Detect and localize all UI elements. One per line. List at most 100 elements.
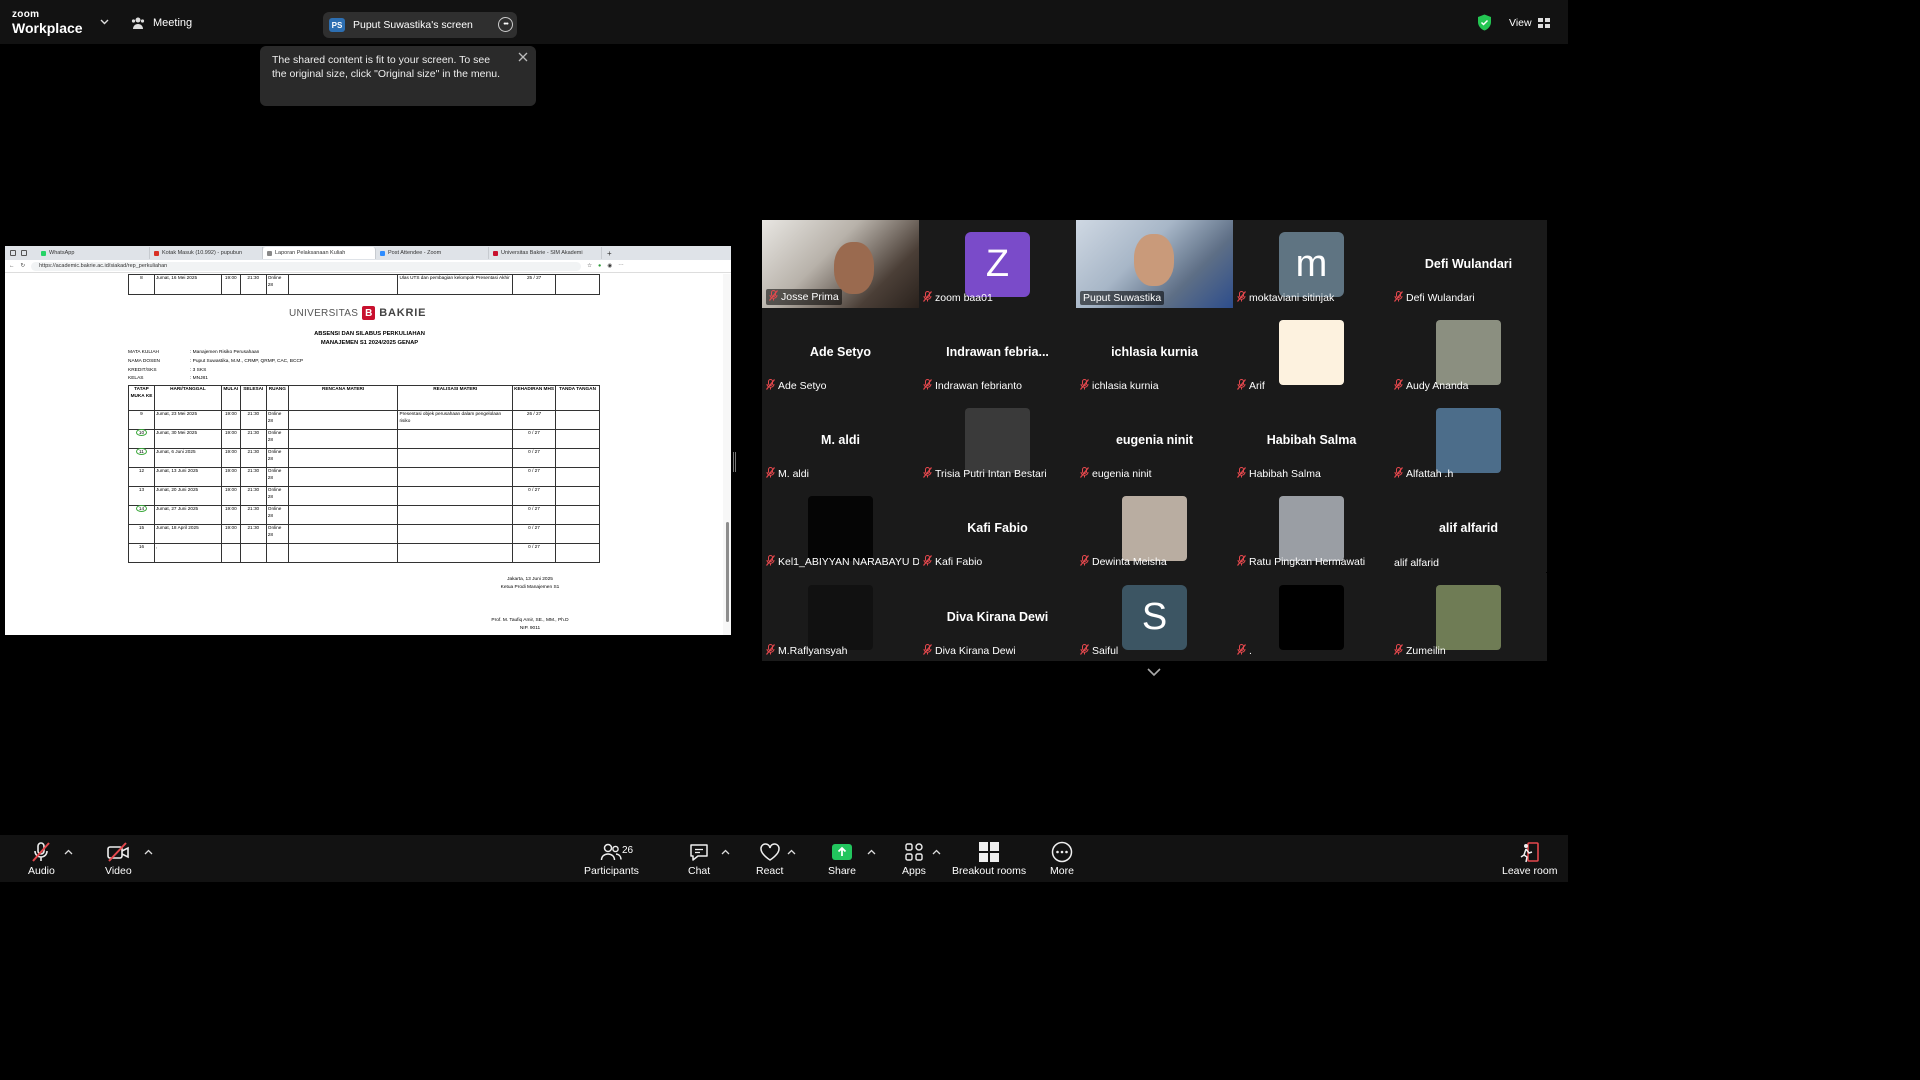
- row-end: 21:30: [239, 448, 267, 468]
- browser-tab-strip: WhatsApp Kotak Masuk (10.992) - pupubun …: [5, 246, 731, 260]
- participant-tile[interactable]: Kafi Fabio Kafi Fabio: [919, 484, 1076, 572]
- meeting-menu[interactable]: Meeting: [131, 17, 192, 29]
- attendance-table-previous: 8 Jumat, 16 Mei 2025 19:00 21:30 Online …: [128, 274, 600, 295]
- react-button[interactable]: React: [756, 841, 783, 877]
- chevron-down-icon[interactable]: [1147, 668, 1161, 677]
- row-date: Jumat, 20 Juni 2025: [153, 486, 222, 506]
- university-logo: UNIVERSITAS B BAKRIE: [289, 306, 426, 320]
- chevron-down-icon[interactable]: [100, 19, 109, 25]
- microphone-muted-icon: [923, 555, 932, 569]
- video-button[interactable]: Video: [105, 841, 132, 877]
- close-icon[interactable]: [518, 52, 528, 62]
- panel-resize-handle[interactable]: [733, 452, 736, 472]
- row-room-text: Online 28: [267, 430, 282, 442]
- participant-tile[interactable]: Defi Wulandari Defi Wulandari: [1390, 220, 1547, 308]
- participant-tile[interactable]: Kel1_ABIYYAN NARABAYU D: [762, 484, 919, 572]
- participant-name-tag: Ade Setyo: [766, 379, 826, 393]
- participant-tile[interactable]: Zzoom baa01: [919, 220, 1076, 308]
- row-room-text: Online 28: [267, 506, 282, 518]
- participant-tile[interactable]: Dewinta Meisha: [1076, 484, 1233, 572]
- reload-icon[interactable]: ↻: [21, 263, 26, 269]
- back-icon[interactable]: ←: [9, 263, 15, 269]
- document-scrollbar[interactable]: [723, 274, 731, 635]
- browser-tab[interactable]: Post Attendee - Zoom: [376, 247, 489, 259]
- participant-tile[interactable]: Alfattah .h: [1390, 396, 1547, 484]
- share-button[interactable]: Share: [828, 841, 856, 877]
- url-text: https://academic.bakrie.ac.id/siakad/rep…: [39, 263, 168, 269]
- more-options-icon[interactable]: •••: [498, 17, 513, 32]
- participant-tile[interactable]: M. aldi M. aldi: [762, 396, 919, 484]
- chat-options-caret-icon[interactable]: [721, 849, 730, 855]
- row-end: 21:30: [239, 524, 267, 544]
- apps-button[interactable]: Apps: [902, 841, 926, 877]
- chat-button[interactable]: Chat: [688, 841, 710, 877]
- participant-tile[interactable]: S Saiful: [1076, 573, 1233, 661]
- breakout-rooms-button[interactable]: Breakout rooms: [952, 841, 1026, 877]
- row-no: 12: [128, 467, 155, 487]
- view-menu[interactable]: View: [1509, 17, 1550, 29]
- participant-tile[interactable]: Josse Prima: [762, 220, 919, 308]
- leave-room-button[interactable]: Leave room: [1502, 841, 1557, 877]
- microphone-muted-icon: [1080, 555, 1089, 569]
- participant-tile[interactable]: Trisia Putri Intan Bestari: [919, 396, 1076, 484]
- participant-tile[interactable]: m moktaviani sitinjak: [1233, 220, 1390, 308]
- participant-tile[interactable]: Puput Suwastika: [1076, 220, 1233, 308]
- profile-icon[interactable]: ◉: [607, 263, 612, 269]
- participant-name: ichlasia kurnia: [1092, 380, 1159, 392]
- header-cell: HARI/TANGGAL: [153, 385, 222, 411]
- browser-tab[interactable]: Universitas Bakrie - SIM Akademi: [489, 247, 602, 259]
- browser-tab[interactable]: WhatsApp: [37, 247, 150, 259]
- browser-menu-icon[interactable]: ⋯: [618, 263, 624, 269]
- react-options-caret-icon[interactable]: [787, 849, 796, 855]
- participant-name: Kafi Fabio: [935, 556, 983, 568]
- apps-options-caret-icon[interactable]: [932, 849, 941, 855]
- shared-screen-pill[interactable]: PS Puput Suwastika's screen •••: [323, 12, 517, 38]
- row-no: 14: [128, 505, 155, 525]
- row-realisasi-text: Presentasi objek perusahaan dalam pengel…: [399, 411, 502, 423]
- participant-tile[interactable]: Ade Setyo Ade Setyo: [762, 308, 919, 396]
- url-field[interactable]: https://academic.bakrie.ac.id/siakad/rep…: [31, 261, 582, 271]
- participant-tile[interactable]: Ratu Pingkan Hermawati: [1233, 484, 1390, 572]
- row-attendance-text: 26 / 27: [526, 411, 542, 416]
- tab-actions-icon[interactable]: [21, 250, 27, 256]
- row-no-text: 9: [140, 411, 143, 416]
- participant-tile[interactable]: alif alfarid alif alfarid: [1390, 484, 1547, 572]
- new-tab-icon[interactable]: +: [602, 249, 612, 258]
- browser-tab[interactable]: Kotak Masuk (10.992) - pupubun: [150, 247, 263, 259]
- row-start: 19:00: [220, 467, 241, 487]
- row-date-text: Jumat, 30 Mei 2025: [155, 430, 198, 435]
- participant-tile[interactable]: Habibah Salma Habibah Salma: [1233, 396, 1390, 484]
- participant-tile[interactable]: Indrawan febria... Indrawan febrianto: [919, 308, 1076, 396]
- scrollbar-thumb[interactable]: [726, 522, 729, 622]
- grid-view-icon: [1537, 18, 1550, 28]
- encryption-shield-icon[interactable]: [1477, 14, 1492, 31]
- participant-tile[interactable]: Arif: [1233, 308, 1390, 396]
- attendance-table: TATAP MUKA KE HARI/TANGGAL MULAI SELESAI…: [128, 385, 600, 563]
- participant-name-tag: ichlasia kurnia: [1080, 379, 1159, 393]
- browser-tab-active[interactable]: Laporan Pelaksanaan Kuliah: [263, 247, 376, 259]
- row-date-text: Jumat, 18 April 2025: [155, 525, 199, 530]
- audio-button[interactable]: Audio: [28, 841, 55, 877]
- workspaces-icon[interactable]: [10, 250, 16, 256]
- microphone-muted-icon: [1394, 467, 1403, 481]
- meta-row: NAMA DOSEN: Puput Suwastika, M.M., CRMP,…: [128, 358, 303, 367]
- brand-line2: Workplace: [12, 20, 83, 36]
- participant-tile[interactable]: ichlasia kurnia ichlasia kurnia: [1076, 308, 1233, 396]
- header-cell: RUANG: [265, 385, 289, 411]
- participant-tile[interactable]: eugenia ninit eugenia ninit: [1076, 396, 1233, 484]
- document-page: 8 Jumat, 16 Mei 2025 19:00 21:30 Online …: [5, 274, 723, 635]
- microphone-muted-icon: [1237, 291, 1246, 305]
- row-start: 19:00: [220, 274, 241, 295]
- more-button[interactable]: More: [1050, 841, 1074, 877]
- meta-key: KELAS: [128, 376, 144, 382]
- share-options-caret-icon[interactable]: [867, 849, 876, 855]
- participant-tile[interactable]: Diva Kirana Dewi Diva Kirana Dewi: [919, 573, 1076, 661]
- video-options-caret-icon[interactable]: [144, 849, 153, 855]
- audio-options-caret-icon[interactable]: [64, 849, 73, 855]
- participant-tile[interactable]: Zumeilin: [1390, 573, 1547, 661]
- extensions-icon[interactable]: ●: [598, 263, 601, 269]
- participant-tile[interactable]: M.Raflyansyah: [762, 573, 919, 661]
- favorite-star-icon[interactable]: ☆: [587, 263, 592, 269]
- participant-tile[interactable]: Audy Ananda: [1390, 308, 1547, 396]
- participant-tile[interactable]: .: [1233, 573, 1390, 661]
